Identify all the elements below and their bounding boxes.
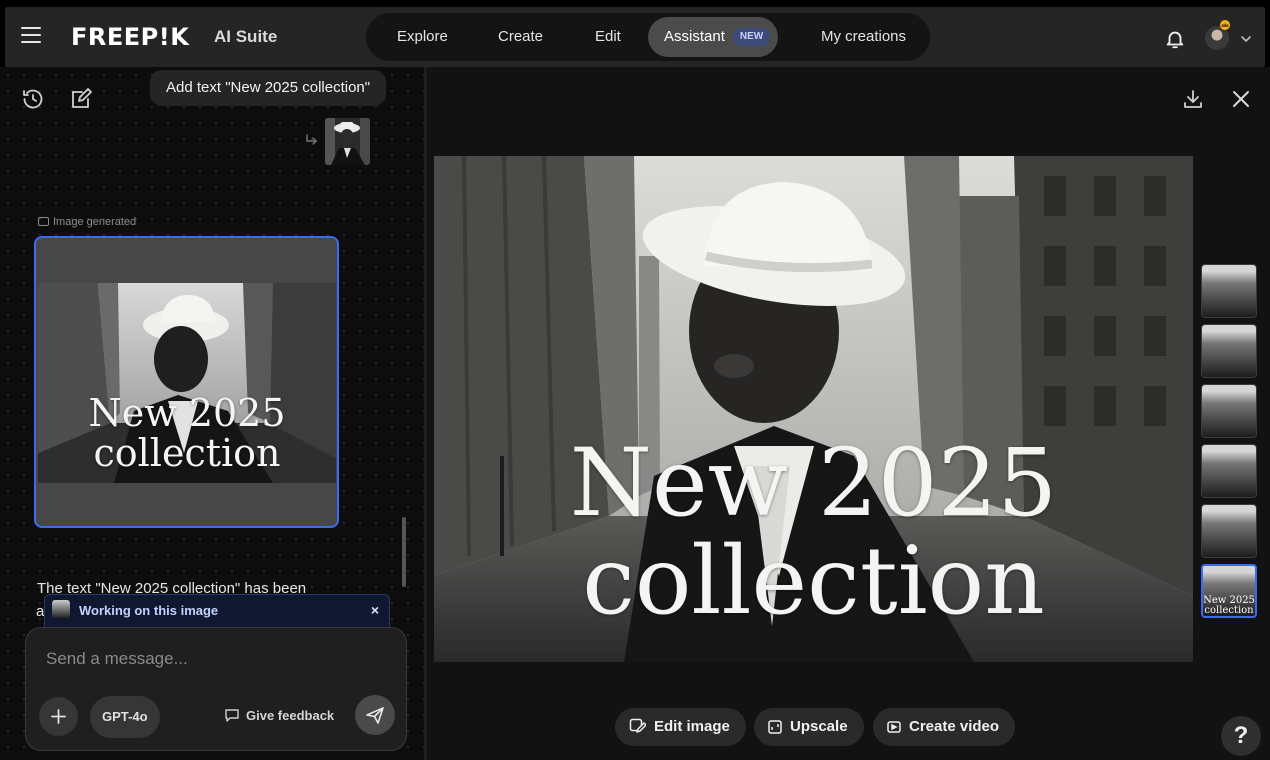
help-button[interactable]: ? — [1221, 716, 1261, 756]
chat-panel: Add text "New 2025 collection" Image gen… — [0, 67, 424, 760]
image-generated-label: Image generated — [38, 216, 136, 228]
create-video-label: Create video — [909, 718, 1000, 735]
message-input[interactable] — [46, 646, 386, 672]
working-image-thumbnail — [52, 600, 70, 618]
thumbnail-1[interactable] — [1201, 264, 1257, 318]
menu-icon[interactable] — [21, 27, 41, 45]
main-overlay-text-line2: collection — [582, 527, 1045, 636]
main-overlay-text-line1: New 2025 — [569, 429, 1058, 538]
nav-edit[interactable]: Edit — [579, 17, 637, 57]
thumbnail-2[interactable] — [1201, 324, 1257, 378]
upscale-icon — [768, 720, 782, 734]
generated-image-card[interactable]: New 2025 collection — [34, 236, 339, 528]
add-attachment-button[interactable] — [39, 697, 78, 736]
feedback-icon — [225, 709, 239, 722]
edit-image-icon — [629, 718, 647, 733]
history-icon[interactable] — [21, 87, 45, 111]
download-icon[interactable] — [1181, 87, 1205, 111]
thumbnail-strip: New 2025 collection — [1201, 264, 1257, 624]
crown-icon — [1220, 20, 1230, 30]
nav-assistant-label: Assistant — [664, 28, 725, 45]
working-label: Working on this image — [79, 603, 219, 618]
attached-image-thumbnail[interactable] — [325, 118, 370, 165]
create-video-button[interactable]: Create video — [873, 708, 1016, 746]
bell-icon[interactable] — [1164, 28, 1186, 50]
thumbnail-text-line2: collection — [1204, 605, 1254, 616]
reply-arrow-icon — [306, 134, 317, 145]
chat-scrollbar[interactable] — [402, 517, 406, 587]
message-composer: GPT-4o Give feedback — [25, 627, 407, 751]
generated-image: New 2025 collection — [38, 283, 336, 483]
plus-icon — [51, 709, 66, 724]
thumbnail-6-selected[interactable]: New 2025 collection — [1201, 564, 1257, 618]
new-badge: NEW — [732, 28, 771, 46]
thumbnail-3[interactable] — [1201, 384, 1257, 438]
overlay-text-line2: collection — [93, 431, 281, 475]
edit-image-button[interactable]: Edit image — [615, 708, 746, 746]
nav-explore-label: Explore — [397, 28, 448, 45]
new-chat-icon[interactable] — [69, 87, 93, 111]
nav-my-creations-label: My creations — [821, 28, 907, 45]
edit-image-label: Edit image — [654, 718, 730, 735]
thumbnail-5[interactable] — [1201, 504, 1257, 558]
overlay-text-line1: New 2025 — [88, 391, 286, 435]
main-nav: Explore Create Edit Assistant NEW My crea… — [366, 13, 930, 61]
upscale-button[interactable]: Upscale — [754, 708, 864, 746]
thumbnail-4[interactable] — [1201, 444, 1257, 498]
top-navigation-bar: FREEP!K AI Suite Explore Create Edit Ass… — [5, 7, 1265, 67]
working-on-image-bar: Working on this image × — [44, 594, 390, 628]
video-icon — [887, 721, 901, 733]
chevron-down-icon[interactable] — [1241, 35, 1251, 43]
ai-suite-label: AI Suite — [214, 27, 278, 46]
freepik-logo[interactable]: FREEP!K — [71, 24, 189, 50]
image-icon — [38, 217, 49, 226]
nav-explore[interactable]: Explore — [381, 17, 464, 57]
send-icon — [366, 707, 384, 724]
close-icon[interactable] — [1229, 87, 1253, 111]
model-selector[interactable]: GPT-4o — [90, 696, 160, 738]
image-generated-text: Image generated — [53, 216, 137, 228]
nav-edit-label: Edit — [595, 28, 621, 45]
give-feedback-button[interactable]: Give feedback — [224, 707, 334, 723]
close-icon[interactable]: × — [371, 602, 379, 618]
nav-create-label: Create — [498, 28, 544, 45]
nav-assistant[interactable]: Assistant NEW — [648, 17, 779, 57]
attached-image-art — [325, 118, 370, 165]
nav-create[interactable]: Create — [482, 17, 559, 57]
send-button[interactable] — [355, 695, 395, 735]
give-feedback-label: Give feedback — [246, 708, 335, 723]
main-image: New 2025 collection — [434, 156, 1193, 662]
user-message: Add text "New 2025 collection" — [150, 70, 387, 106]
upscale-label: Upscale — [790, 718, 848, 735]
nav-my-creations[interactable]: My creations — [805, 17, 922, 57]
